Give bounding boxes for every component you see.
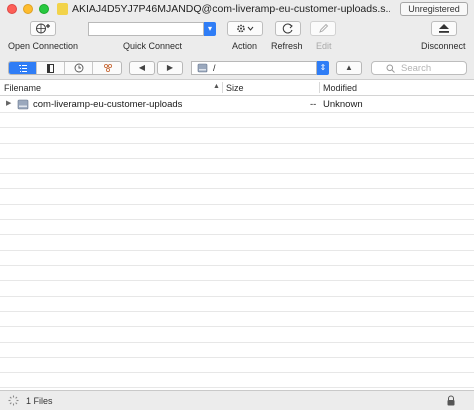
current-path: /	[213, 63, 216, 73]
row-separator-line	[0, 387, 474, 388]
gear-dropdown-icon	[237, 24, 254, 33]
app-icon	[57, 3, 68, 15]
row-separator-line	[0, 127, 474, 128]
unregistered-button[interactable]: Unregistered	[400, 2, 468, 16]
row-separator-line	[0, 204, 474, 205]
edit-label: Edit	[316, 41, 332, 51]
row-separator-line	[0, 326, 474, 327]
close-window-button[interactable]	[7, 4, 17, 14]
activity-spinner-icon	[8, 395, 19, 406]
pencil-icon	[319, 23, 329, 33]
app-window: AKIAJ4D5YJ7P46MJANDQ@com-liveramp-eu-cus…	[0, 0, 474, 410]
row-separator-line	[0, 342, 474, 343]
action-button[interactable]	[227, 21, 263, 36]
history-clock-icon[interactable]	[65, 62, 93, 74]
bucket-drive-icon	[17, 99, 29, 110]
quick-connect-label: Quick Connect	[123, 41, 183, 51]
row-separator-line	[0, 112, 474, 113]
refresh-icon	[282, 23, 293, 34]
search-icon	[386, 64, 395, 73]
row-separator-line	[0, 219, 474, 220]
zoom-window-button[interactable]	[39, 4, 49, 14]
sort-ascending-icon: ▲	[213, 83, 220, 90]
search-input[interactable]: Search	[371, 61, 467, 75]
row-separator-line	[0, 188, 474, 189]
drive-icon	[197, 63, 208, 73]
globe-plus-icon	[36, 23, 50, 34]
filename-column-header[interactable]: Filename	[4, 83, 41, 93]
file-name: com-liveramp-eu-customer-uploads	[33, 99, 183, 110]
file-modified: Unknown	[323, 99, 363, 110]
disconnect-button[interactable]	[431, 21, 457, 36]
lock-icon[interactable]	[446, 395, 456, 406]
row-separator-line	[0, 158, 474, 159]
row-separator-line	[0, 357, 474, 358]
column-header-row: Filename ▲ Size Modified	[0, 80, 474, 96]
search-placeholder: Search	[401, 63, 432, 74]
browser-view-icon[interactable]	[9, 62, 37, 74]
row-separator-line	[0, 296, 474, 297]
column-divider	[222, 82, 223, 93]
parent-directory-button[interactable]: ▲	[336, 61, 362, 75]
row-separator-line	[0, 280, 474, 281]
action-label: Action	[232, 41, 258, 51]
quick-connect-dropdown-icon[interactable]: ▾	[204, 22, 216, 36]
title-bar: AKIAJ4D5YJ7P46MJANDQ@com-liveramp-eu-cus…	[0, 0, 474, 18]
arrow-up-icon: ▲	[345, 63, 353, 72]
bookmarks-icon[interactable]	[37, 62, 65, 74]
row-separator-line	[0, 265, 474, 266]
file-browser-list: Filename ▲ Size Modified ▶ com-liveramp-…	[0, 80, 474, 390]
open-connection-label: Open Connection	[8, 41, 79, 51]
view-mode-segmented-control	[8, 61, 122, 75]
row-separator-line	[0, 311, 474, 312]
size-column-header[interactable]: Size	[226, 83, 244, 93]
navigation-bar: ◀ ▶ / ⇕ ▲ Search	[0, 56, 474, 80]
status-text: 1 Files	[26, 396, 53, 406]
path-dropdown-icon[interactable]: ⇕	[317, 61, 329, 75]
row-separator-line	[0, 250, 474, 251]
open-connection-button[interactable]	[30, 21, 56, 36]
disclosure-triangle-icon[interactable]: ▶	[6, 99, 11, 107]
window-title: AKIAJ4D5YJ7P46MJANDQ@com-liveramp-eu-cus…	[72, 3, 390, 15]
row-separator-line	[0, 143, 474, 144]
back-button[interactable]: ◀	[129, 61, 155, 75]
refresh-button[interactable]	[275, 21, 301, 36]
modified-column-header[interactable]: Modified	[323, 83, 357, 93]
path-selector[interactable]: /	[191, 61, 317, 75]
toolbar: Open Connection ▾ Quick Connect Action R…	[0, 18, 474, 56]
bonjour-icon[interactable]	[93, 62, 121, 74]
table-row[interactable]: ▶ com-liveramp-eu-customer-uploads -- Un…	[0, 97, 474, 112]
forward-button[interactable]: ▶	[157, 61, 183, 75]
edit-button[interactable]	[310, 21, 336, 36]
arrow-left-icon: ◀	[138, 63, 146, 72]
column-divider	[319, 82, 320, 93]
arrow-right-icon: ▶	[166, 63, 174, 72]
row-separator-line	[0, 234, 474, 235]
refresh-label: Refresh	[271, 41, 303, 51]
disconnect-label: Disconnect	[421, 41, 466, 51]
row-separator-line	[0, 173, 474, 174]
eject-icon	[439, 24, 449, 33]
minimize-window-button[interactable]	[23, 4, 33, 14]
row-separator-line	[0, 372, 474, 373]
file-size: --	[310, 99, 317, 110]
status-bar: 1 Files	[0, 390, 474, 410]
quick-connect-input[interactable]	[88, 22, 204, 36]
